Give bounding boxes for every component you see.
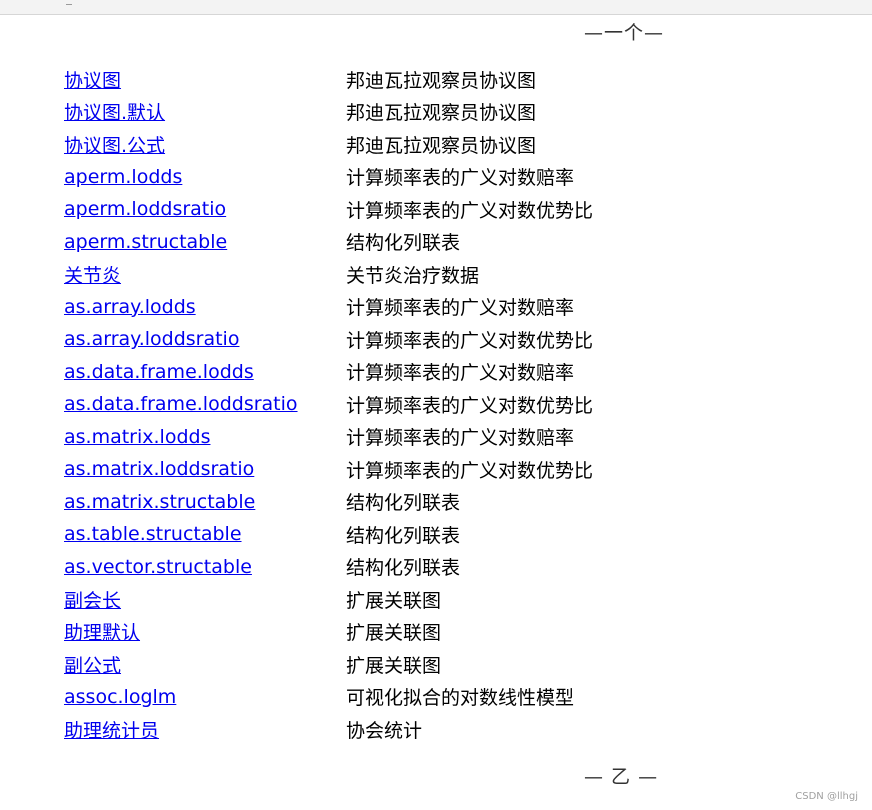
name-cell: as.matrix.lodds [64,421,346,454]
name-cell: 协议图 [64,63,346,96]
topic-description: 结构化列联表 [346,232,461,255]
name-cell: as.data.frame.lodds [64,356,346,389]
topic-link[interactable]: as.data.frame.lodds [64,361,254,383]
table-row: 副会长 扩展关联图 [64,583,593,616]
topic-link[interactable]: aperm.loddsratio [64,198,226,220]
topic-link[interactable]: 副会长 [64,590,121,612]
topic-description: 计算频率表的广义对数赔率 [346,167,575,190]
name-cell: as.array.loddsratio [64,323,346,356]
topic-link[interactable]: assoc.loglm [64,686,176,708]
name-cell: 助理统计员 [64,713,346,746]
topic-description: 邦迪瓦拉观察员协议图 [346,69,537,92]
table-row: as.matrix.structable 结构化列联表 [64,486,593,519]
name-cell: as.vector.structable [64,551,346,584]
topic-link[interactable]: as.table.structable [64,523,242,545]
table-row: 助理统计员 协会统计 [64,713,593,746]
topic-link[interactable]: 协议图.公式 [64,135,165,157]
watermark: CSDN @llhgj [795,791,858,802]
table-row: as.table.structable 结构化列联表 [64,518,593,551]
name-cell: 副会长 [64,583,346,616]
topic-description: 计算频率表的广义对数优势比 [346,394,594,417]
name-cell: as.table.structable [64,518,346,551]
topic-description: 计算频率表的广义对数优势比 [346,329,594,352]
topic-description: 邦迪瓦拉观察员协议图 [346,102,537,125]
table-row: aperm.structable 结构化列联表 [64,226,593,259]
topic-description: 计算频率表的广义对数赔率 [346,362,575,385]
table-row: 关节炎 关节炎治疗数据 [64,258,593,291]
table-row: 协议图 邦迪瓦拉观察员协议图 [64,63,593,96]
section-header-top: —一个— [584,22,665,44]
topic-link[interactable]: as.array.loddsratio [64,328,239,350]
table-row: 副公式 扩展关联图 [64,648,593,681]
name-cell: 协议图.默认 [64,96,346,129]
topic-link[interactable]: as.vector.structable [64,556,252,578]
name-cell: 协议图.公式 [64,128,346,161]
topic-description: 计算频率表的广义对数赔率 [346,297,575,320]
index-table-body: 协议图 邦迪瓦拉观察员协议图 协议图.默认 邦迪瓦拉观察员协议图 协议图.公式 邦迪瓦拉观… [64,63,593,746]
topic-description: 结构化列联表 [346,492,461,515]
topic-description: 计算频率表的广义对数赔率 [346,427,575,450]
topic-link[interactable]: 助理默认 [64,622,140,644]
top-scroll-strip [0,0,872,15]
topic-link[interactable]: aperm.lodds [64,166,182,188]
topic-link[interactable]: 助理统计员 [64,720,159,742]
index-table: 协议图 邦迪瓦拉观察员协议图 协议图.默认 邦迪瓦拉观察员协议图 协议图.公式 邦迪瓦拉观… [64,63,593,746]
table-row: as.data.frame.lodds 计算频率表的广义对数赔率 [64,356,593,389]
topic-link[interactable]: aperm.structable [64,231,227,253]
topic-description: 扩展关联图 [346,622,442,645]
name-cell: aperm.structable [64,226,346,259]
topic-link[interactable]: as.matrix.loddsratio [64,458,254,480]
topic-description: 结构化列联表 [346,557,461,580]
table-row: assoc.loglm 可视化拟合的对数线性模型 [64,681,593,714]
name-cell: as.matrix.structable [64,486,346,519]
name-cell: as.data.frame.loddsratio [64,388,346,421]
section-header-bottom: — 乙 — [584,766,659,788]
cut-off-text-fragment [66,0,72,5]
topic-description: 协会统计 [346,719,423,742]
topic-link[interactable]: 协议图 [64,70,121,92]
table-row: as.array.loddsratio 计算频率表的广义对数优势比 [64,323,593,356]
table-row: 助理默认 扩展关联图 [64,616,593,649]
name-cell: as.matrix.loddsratio [64,453,346,486]
name-cell: aperm.lodds [64,161,346,194]
topic-description: 邦迪瓦拉观察员协议图 [346,134,537,157]
name-cell: as.array.lodds [64,291,346,324]
name-cell: assoc.loglm [64,681,346,714]
name-cell: 助理默认 [64,616,346,649]
topic-description: 扩展关联图 [346,589,442,612]
table-row: as.array.lodds 计算频率表的广义对数赔率 [64,291,593,324]
table-row: as.matrix.loddsratio 计算频率表的广义对数优势比 [64,453,593,486]
table-row: as.matrix.lodds 计算频率表的广义对数赔率 [64,421,593,454]
topic-description: 关节炎治疗数据 [346,264,480,287]
topic-description: 可视化拟合的对数线性模型 [346,687,575,710]
topic-description: 结构化列联表 [346,524,461,547]
topic-description: 计算频率表的广义对数优势比 [346,199,594,222]
table-row: aperm.loddsratio 计算频率表的广义对数优势比 [64,193,593,226]
topic-link[interactable]: as.matrix.structable [64,491,255,513]
topic-description: 计算频率表的广义对数优势比 [346,459,594,482]
topic-link[interactable]: as.matrix.lodds [64,426,210,448]
topic-link[interactable]: 协议图.默认 [64,102,165,124]
table-row: 协议图.默认 邦迪瓦拉观察员协议图 [64,96,593,129]
name-cell: 副公式 [64,648,346,681]
table-row: as.vector.structable 结构化列联表 [64,551,593,584]
table-row: aperm.lodds 计算频率表的广义对数赔率 [64,161,593,194]
topic-link[interactable]: as.array.lodds [64,296,196,318]
table-row: 协议图.公式 邦迪瓦拉观察员协议图 [64,128,593,161]
topic-description: 扩展关联图 [346,654,442,677]
table-row: as.data.frame.loddsratio 计算频率表的广义对数优势比 [64,388,593,421]
name-cell: 关节炎 [64,258,346,291]
topic-link[interactable]: 副公式 [64,655,121,677]
name-cell: aperm.loddsratio [64,193,346,226]
topic-link[interactable]: as.data.frame.loddsratio [64,393,298,415]
topic-link[interactable]: 关节炎 [64,265,121,287]
